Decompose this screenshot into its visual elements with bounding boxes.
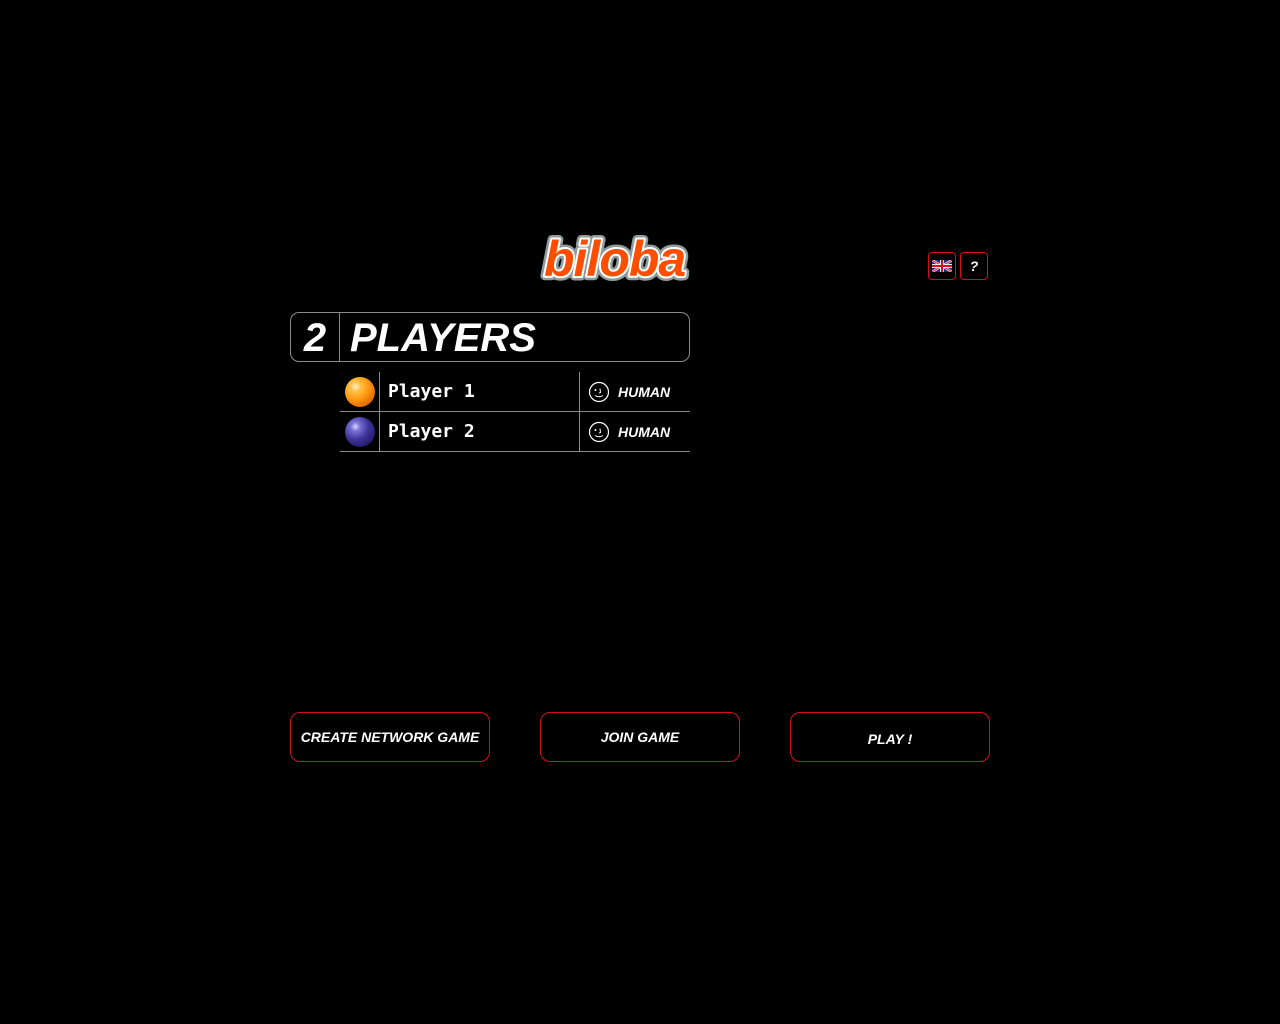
blue-ball-icon (344, 416, 375, 447)
players-title: PLAYERS (350, 315, 536, 360)
help-label: ? (969, 258, 979, 274)
biloba-logo: biloba biloba biloba (536, 226, 746, 291)
human-face-icon (588, 421, 610, 442)
play-button[interactable]: PLAY ! (790, 712, 990, 762)
uk-flag-icon (932, 260, 952, 272)
player-1-ball-cell (340, 372, 380, 411)
player-2-type-toggle[interactable]: HUMAN (580, 412, 690, 451)
player-1-name[interactable]: Player 1 (380, 372, 580, 411)
players-count-header[interactable]: 2 PLAYERS (290, 312, 690, 362)
orange-ball-icon (344, 376, 375, 407)
player-list: Player 1 HUMAN Player 2 HUMAN (340, 372, 690, 452)
svg-text:biloba: biloba (544, 231, 685, 287)
players-count[interactable]: 2 (291, 313, 340, 361)
player-2-type-label: HUMAN (618, 423, 671, 440)
player-1-type-label: HUMAN (618, 383, 671, 400)
join-game-button[interactable]: JOIN GAME (540, 712, 740, 762)
create-network-game-button[interactable]: CREATE NETWORK GAME (290, 712, 490, 762)
player-1-type-toggle[interactable]: HUMAN (580, 372, 690, 411)
player-2-name[interactable]: Player 2 (380, 412, 580, 451)
language-button[interactable] (928, 252, 956, 280)
game-menu-screen: biloba biloba biloba ? 2 PLAYERS Player … (0, 0, 1280, 1024)
player-row-2: Player 2 HUMAN (340, 412, 690, 452)
human-face-icon (588, 381, 610, 402)
player-row-1: Player 1 HUMAN (340, 372, 690, 412)
player-2-ball-cell (340, 412, 380, 451)
help-button[interactable]: ? (960, 252, 988, 280)
